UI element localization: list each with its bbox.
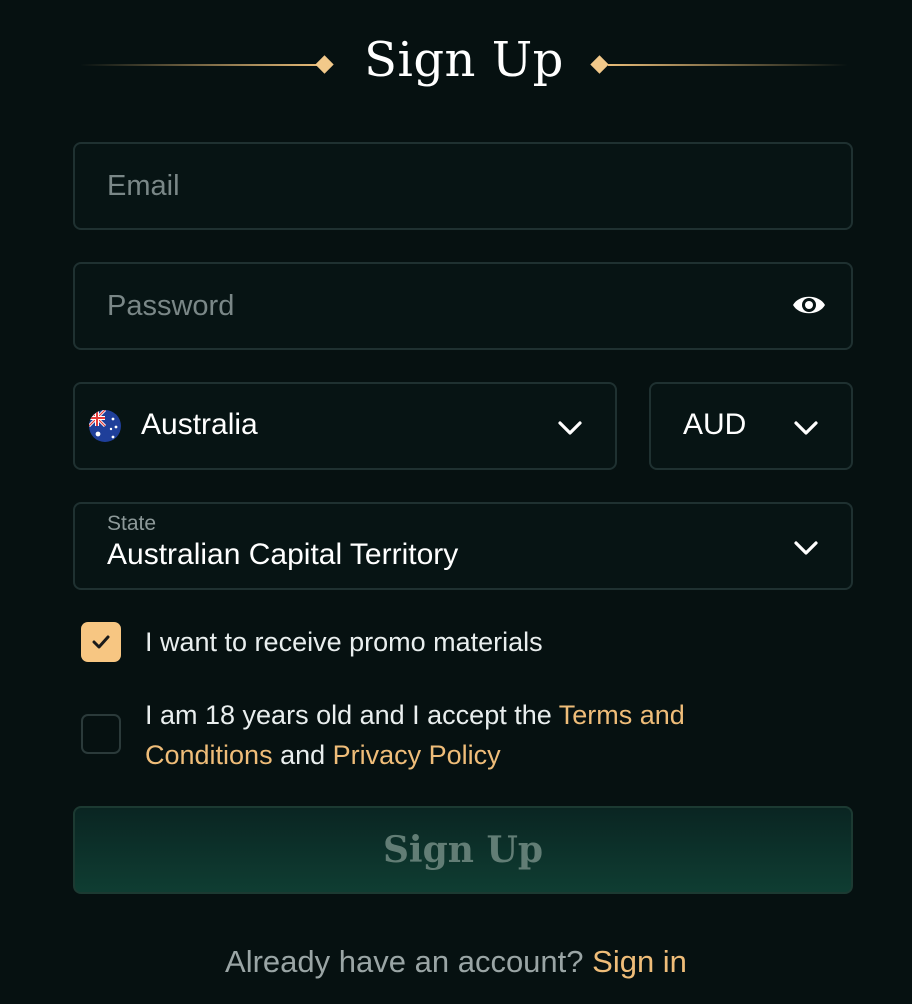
terms-label: I am 18 years old and I accept the Terms… (145, 695, 785, 775)
privacy-link[interactable]: Privacy Policy (333, 740, 501, 770)
terms-middle: and (272, 740, 333, 770)
header: Sign Up (80, 30, 848, 100)
promo-label: I want to receive promo materials (145, 627, 543, 657)
password-field[interactable]: Password (73, 262, 853, 350)
footer-prompt: Already have an account? (225, 944, 584, 979)
terms-prefix: I am 18 years old and I accept the (145, 700, 559, 730)
email-field[interactable]: Email (73, 142, 853, 230)
page-title: Sign Up (364, 32, 564, 88)
state-value: Australian Capital Territory (107, 538, 459, 571)
footer: Already have an account? Sign in (0, 944, 912, 980)
australia-flag-icon (89, 410, 121, 442)
password-placeholder: Password (107, 289, 235, 322)
currency-select[interactable]: AUD (649, 382, 853, 470)
state-label: State (107, 512, 157, 535)
eye-icon[interactable] (791, 290, 827, 320)
terms-checkbox[interactable] (81, 714, 121, 754)
country-select[interactable]: Australia (73, 382, 617, 470)
ornament-line-right (608, 64, 848, 66)
country-value: Australia (141, 408, 258, 441)
chevron-down-icon (558, 421, 582, 435)
currency-value: AUD (683, 408, 747, 441)
chevron-down-icon (794, 421, 818, 435)
checkmark-icon (92, 635, 110, 649)
state-select[interactable]: State Australian Capital Territory (73, 502, 853, 590)
signup-page: Sign Up Email Password Australia AUD Sta… (0, 0, 912, 1004)
promo-checkbox[interactable] (81, 622, 121, 662)
sign-in-link[interactable]: Sign in (592, 944, 687, 979)
chevron-down-icon (794, 541, 818, 555)
sign-up-button[interactable]: Sign Up (73, 806, 853, 894)
email-placeholder: Email (107, 169, 180, 202)
sign-up-button-label: Sign Up (382, 829, 544, 871)
